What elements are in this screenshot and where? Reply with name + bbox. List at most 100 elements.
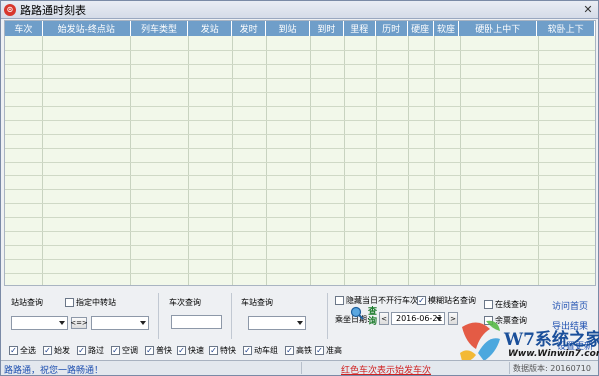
checkbox-box: ✓ [111,345,120,355]
checkbox-box: ✓ [285,345,294,355]
filter-checkbox[interactable]: ✓ 空调 [111,345,138,356]
column-header[interactable]: 发时 [232,21,267,36]
filter-checkbox[interactable]: ✓ 特快 [209,345,236,356]
grid-column-line [266,36,267,285]
status-greeting: 路路通，祝您一路畅通！ [4,366,104,376]
filter-label: 路过 [88,346,104,355]
column-header[interactable]: 车次 [5,21,43,36]
status-bar: 路路通，祝您一路畅通！ 红色车次表示始发车次 数据版本: 20160710 [1,360,598,376]
grid-row-line [5,78,595,79]
watermark-brand: W7系统之家 [504,330,599,350]
date-picker[interactable]: 2016-06-21 [391,312,445,325]
filter-checkbox[interactable]: ✓ 路过 [77,345,104,356]
grid-column-line [310,36,311,285]
grid-row-line [5,148,595,149]
chevron-down-icon [436,317,442,321]
grid-column-line [460,36,461,285]
column-header[interactable]: 发站 [188,21,233,36]
hide-label: 隐藏当日不开行车次 [346,296,418,305]
checkbox-box: ✓ [177,345,186,355]
filter-label: 普快 [156,346,172,355]
app-window: ⊙ 路路通时刻表 ✕ 车次 始发站-终点站 列车类型 发站 发时 到站 到时 里程 历时 硬座 软座… [0,0,599,376]
filter-checkbox[interactable]: ✓ 始发 [43,345,70,356]
grid-column-line [130,36,131,285]
column-header[interactable]: 软座 [434,21,460,36]
station-lookup-select[interactable] [248,316,306,330]
divider [231,293,232,339]
grid-row-line [5,162,595,163]
search-icon[interactable] [350,306,364,320]
grid-row-line [5,120,595,121]
grid-row-line [5,50,595,51]
checkbox-box: ✓ [209,345,218,355]
divider [158,293,159,339]
train-number-input[interactable] [171,315,222,329]
grid-row-line [5,134,595,135]
filter-checkbox[interactable]: ✓ 准高 [315,345,342,356]
transfer-label: 指定中转站 [76,298,116,307]
column-header[interactable]: 硬座 [408,21,434,36]
grid-column-line [538,36,539,285]
online-query-checkbox[interactable]: 在线查询 [484,299,527,310]
grid-column-line [232,36,233,285]
grid-column-line [344,36,345,285]
filter-checkbox[interactable]: ✓ 快速 [177,345,204,356]
online-label: 在线查询 [495,300,527,309]
close-icon[interactable]: ✕ [581,3,595,16]
filter-checkbox[interactable]: ✓ 全选 [9,345,36,356]
app-logo-icon: ⊙ [4,3,16,16]
chevron-down-icon [140,321,146,325]
grid-row-line [5,203,595,204]
column-header[interactable]: 到时 [310,21,344,36]
hide-not-running-checkbox[interactable]: 隐藏当日不开行车次 [335,295,418,306]
column-header[interactable]: 软卧上下 [537,21,595,36]
status-hint: 红色车次表示始发车次 [341,366,432,376]
filter-checkbox[interactable]: ✓ 动车组 [243,345,278,356]
column-header[interactable]: 里程 [344,21,376,36]
from-station-select[interactable] [11,316,68,330]
train-query-label: 车次查询 [169,298,201,307]
divider [327,293,328,339]
prev-date-button[interactable]: < [379,312,389,325]
timetable-grid[interactable]: 车次 始发站-终点站 列车类型 发站 发时 到站 到时 里程 历时 硬座 软座 硬卧上中下 软卧上下 [4,20,596,286]
grid-row-line [5,231,595,232]
data-version: 数据版本: 20160710 [513,364,591,373]
checkbox-box [335,296,344,305]
visit-home-link[interactable]: 访问首页 [552,299,588,312]
transfer-checkbox[interactable]: 指定中转站 [65,297,116,308]
grid-body [5,36,595,285]
checkbox-box: ✓ [243,345,252,355]
fuzzy-name-checkbox[interactable]: ✓ 模糊站名查询 [417,295,476,306]
checkbox-box: ✓ [9,345,18,355]
column-header[interactable]: 始发站-终点站 [43,21,131,36]
checkbox-box: ✓ [43,345,52,355]
checkbox-box [65,298,74,307]
grid-column-line [42,36,43,285]
to-station-select[interactable] [91,316,149,330]
query-button[interactable]: 查询 [368,307,378,327]
station-lookup-label: 车站查询 [241,298,273,307]
chevron-down-icon [297,321,303,325]
filter-label: 准高 [326,346,342,355]
grid-row-line [5,245,595,246]
checkbox-box: ✓ [315,345,324,355]
grid-row-line [5,92,595,93]
grid-row-line [5,259,595,260]
station-query-label: 站站查询 [11,298,43,307]
checkbox-box [484,300,493,309]
grid-column-line [376,36,377,285]
swap-button[interactable]: <=> [70,317,88,329]
column-header[interactable]: 历时 [376,21,408,36]
divider [301,362,302,374]
fuzzy-label: 模糊站名查询 [428,296,476,305]
grid-row-line [5,175,595,176]
filter-checkbox[interactable]: ✓ 普快 [145,345,172,356]
filter-label: 特快 [220,346,236,355]
column-header[interactable]: 列车类型 [131,21,189,36]
filter-checkbox[interactable]: ✓ 高铁 [285,345,312,356]
column-header[interactable]: 到站 [266,21,310,36]
column-header[interactable]: 硬卧上中下 [459,21,538,36]
checkbox-box: ✓ [417,295,426,305]
title-bar: ⊙ 路路通时刻表 ✕ [1,1,598,19]
grid-header: 车次 始发站-终点站 列车类型 发站 发时 到站 到时 里程 历时 硬座 软座 硬卧上中下 软卧上下 [5,21,595,36]
